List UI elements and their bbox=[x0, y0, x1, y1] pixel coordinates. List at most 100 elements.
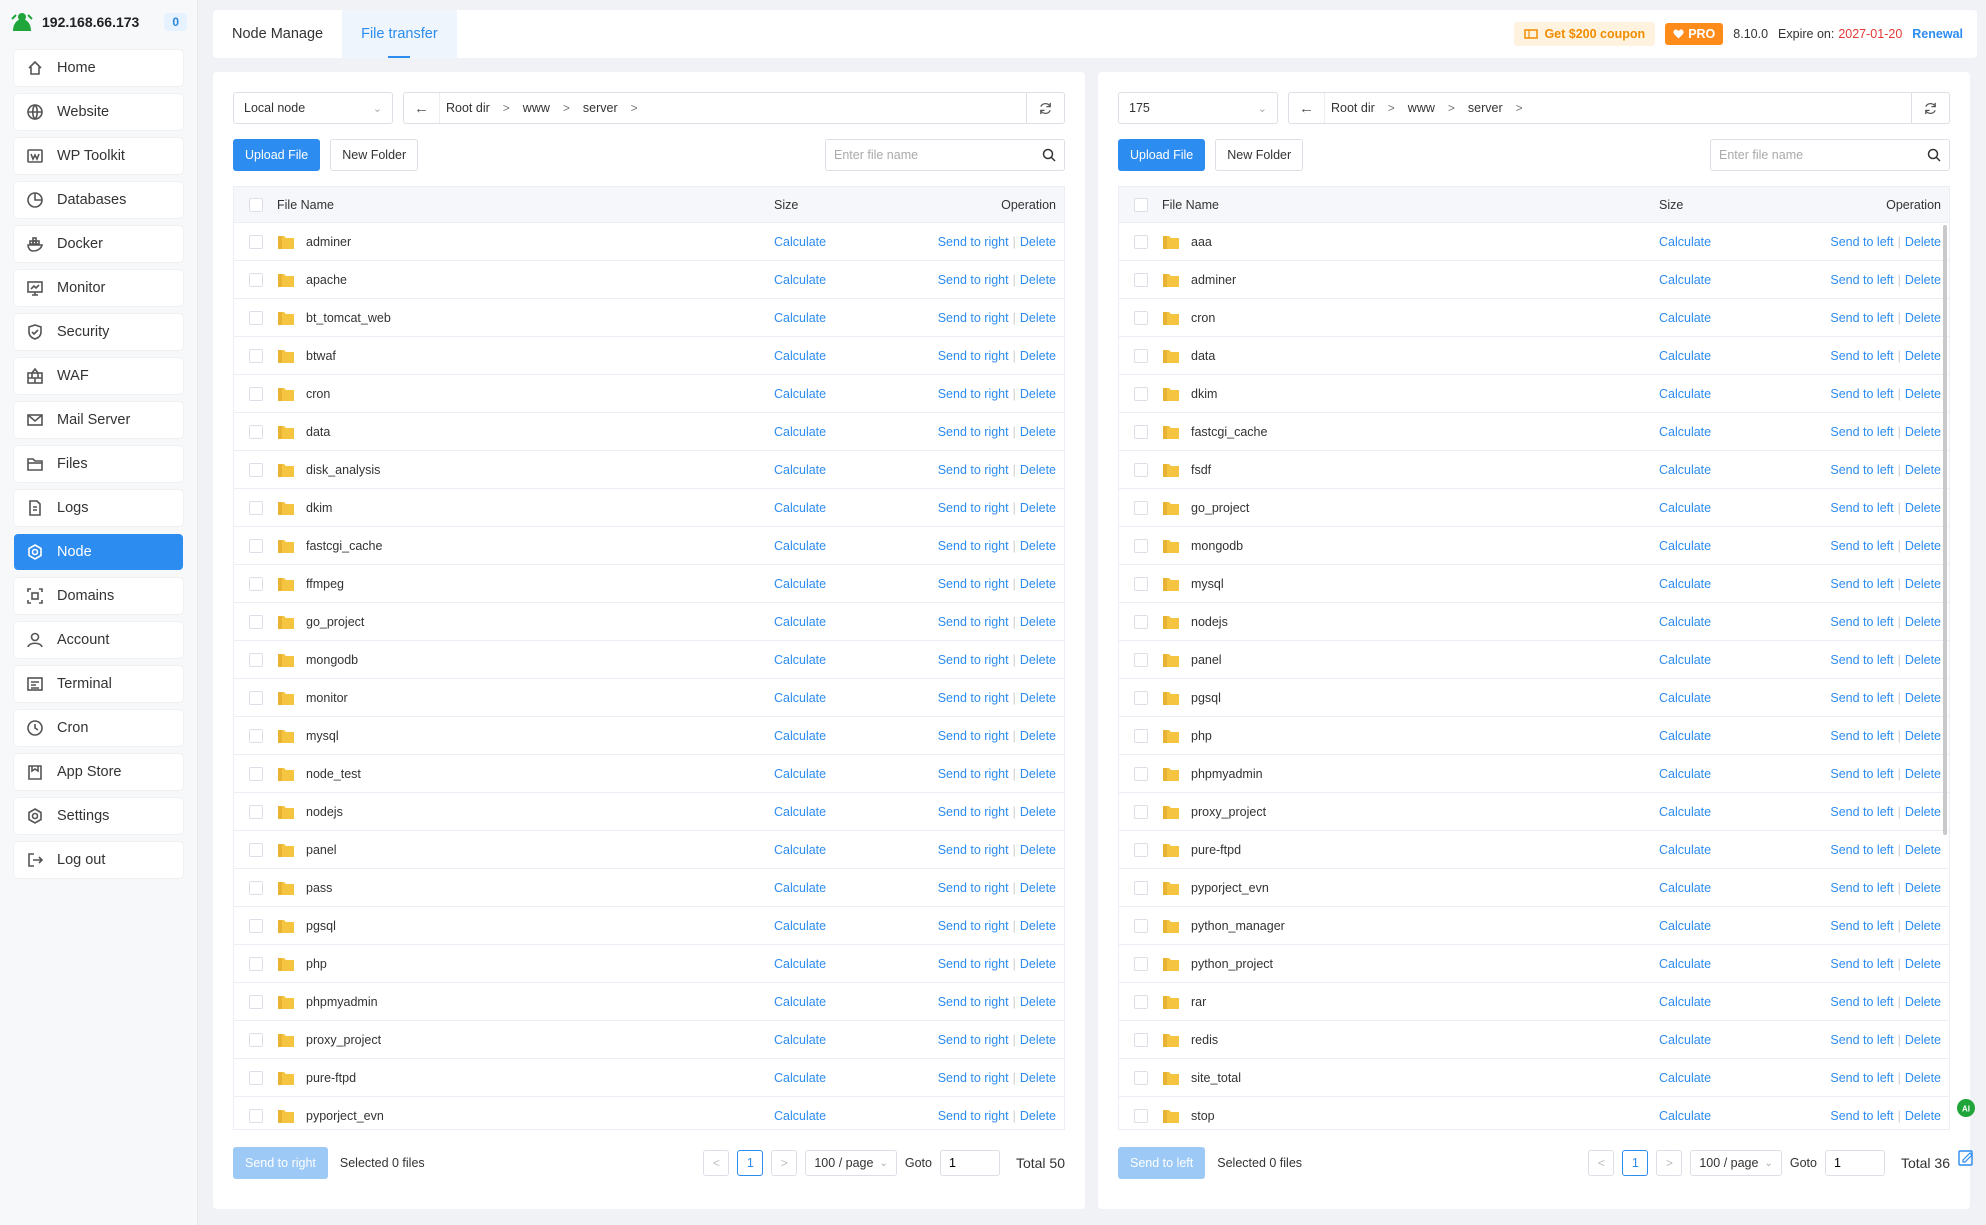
page-number[interactable]: 1 bbox=[1622, 1150, 1649, 1176]
delete-link[interactable]: Delete bbox=[1020, 615, 1056, 629]
table-row[interactable]: aaa Calculate Send to left | Delete bbox=[1119, 223, 1949, 261]
calculate-link[interactable]: Calculate bbox=[774, 463, 826, 477]
delete-link[interactable]: Delete bbox=[1020, 691, 1056, 705]
refresh-icon[interactable] bbox=[1911, 93, 1949, 123]
row-checkbox[interactable] bbox=[1134, 1032, 1148, 1047]
table-row[interactable]: pgsql Calculate Send to left | Delete bbox=[1119, 679, 1949, 717]
node-select[interactable]: Local node ⌄ bbox=[233, 92, 393, 124]
calculate-link[interactable]: Calculate bbox=[1659, 425, 1711, 439]
delete-link[interactable]: Delete bbox=[1020, 805, 1056, 819]
calculate-link[interactable]: Calculate bbox=[1659, 1033, 1711, 1047]
calculate-link[interactable]: Calculate bbox=[774, 729, 826, 743]
table-row[interactable]: pure-ftpd Calculate Send to right | Delete bbox=[234, 1059, 1064, 1097]
delete-link[interactable]: Delete bbox=[1905, 729, 1941, 743]
delete-link[interactable]: Delete bbox=[1020, 1033, 1056, 1047]
row-checkbox[interactable] bbox=[249, 690, 263, 705]
file-name[interactable]: fastcgi_cache bbox=[1191, 425, 1267, 439]
send-link[interactable]: Send to left bbox=[1830, 957, 1893, 971]
file-name[interactable]: nodejs bbox=[1191, 615, 1228, 629]
file-name[interactable]: site_total bbox=[1191, 1071, 1241, 1085]
row-checkbox[interactable] bbox=[249, 538, 263, 553]
prev-page-icon[interactable]: < bbox=[703, 1150, 730, 1176]
delete-link[interactable]: Delete bbox=[1020, 919, 1056, 933]
delete-link[interactable]: Delete bbox=[1905, 653, 1941, 667]
calculate-link[interactable]: Calculate bbox=[774, 349, 826, 363]
calculate-link[interactable]: Calculate bbox=[1659, 957, 1711, 971]
row-checkbox[interactable] bbox=[1134, 728, 1148, 743]
file-name[interactable]: pgsql bbox=[1191, 691, 1221, 705]
table-row[interactable]: apache Calculate Send to right | Delete bbox=[234, 261, 1064, 299]
calculate-link[interactable]: Calculate bbox=[774, 577, 826, 591]
select-all-checkbox[interactable] bbox=[1134, 197, 1148, 212]
send-link[interactable]: Send to left bbox=[1830, 539, 1893, 553]
sidebar-item-mail-server[interactable]: Mail Server bbox=[14, 402, 183, 438]
delete-link[interactable]: Delete bbox=[1020, 995, 1056, 1009]
calculate-link[interactable]: Calculate bbox=[774, 805, 826, 819]
sidebar-item-waf[interactable]: WAF bbox=[14, 358, 183, 394]
table-row[interactable]: rar Calculate Send to left | Delete bbox=[1119, 983, 1949, 1021]
send-to-right-button[interactable]: Send to right bbox=[233, 1147, 328, 1179]
calculate-link[interactable]: Calculate bbox=[774, 957, 826, 971]
table-row[interactable]: site_total Calculate Send to left | Delete bbox=[1119, 1059, 1949, 1097]
page-size-select[interactable]: 100 / page ⌄ bbox=[1690, 1150, 1782, 1176]
send-link[interactable]: Send to left bbox=[1830, 919, 1893, 933]
select-all-checkbox[interactable] bbox=[249, 197, 263, 212]
file-name[interactable]: go_project bbox=[306, 615, 364, 629]
vertical-scrollbar[interactable] bbox=[1943, 225, 1947, 835]
calculate-link[interactable]: Calculate bbox=[1659, 235, 1711, 249]
file-name[interactable]: mongodb bbox=[306, 653, 358, 667]
delete-link[interactable]: Delete bbox=[1905, 995, 1941, 1009]
calculate-link[interactable]: Calculate bbox=[774, 615, 826, 629]
delete-link[interactable]: Delete bbox=[1020, 235, 1056, 249]
file-name[interactable]: adminer bbox=[306, 235, 351, 249]
breadcrumb-item[interactable]: server bbox=[583, 101, 618, 115]
calculate-link[interactable]: Calculate bbox=[1659, 539, 1711, 553]
sidebar-item-cron[interactable]: Cron bbox=[14, 710, 183, 746]
breadcrumb-item[interactable]: www bbox=[1408, 101, 1435, 115]
file-name[interactable]: php bbox=[306, 957, 327, 971]
delete-link[interactable]: Delete bbox=[1905, 501, 1941, 515]
table-row[interactable]: cron Calculate Send to right | Delete bbox=[234, 375, 1064, 413]
sidebar-item-home[interactable]: Home bbox=[14, 50, 183, 86]
calculate-link[interactable]: Calculate bbox=[774, 387, 826, 401]
file-name[interactable]: bt_tomcat_web bbox=[306, 311, 391, 325]
table-row[interactable]: fastcgi_cache Calculate Send to right | Dele… bbox=[234, 527, 1064, 565]
file-name[interactable]: ffmpeg bbox=[306, 577, 344, 591]
table-row[interactable]: fsdf Calculate Send to left | Delete bbox=[1119, 451, 1949, 489]
row-checkbox[interactable] bbox=[1134, 234, 1148, 249]
goto-input[interactable] bbox=[939, 1150, 1000, 1176]
row-checkbox[interactable] bbox=[249, 842, 263, 857]
upload-file-button[interactable]: Upload File bbox=[233, 139, 321, 171]
send-link[interactable]: Send to right bbox=[938, 539, 1009, 553]
sidebar-item-wp-toolkit[interactable]: WP Toolkit bbox=[14, 138, 183, 174]
delete-link[interactable]: Delete bbox=[1020, 881, 1056, 895]
calculate-link[interactable]: Calculate bbox=[774, 767, 826, 781]
row-checkbox[interactable] bbox=[249, 994, 263, 1009]
file-name[interactable]: data bbox=[1191, 349, 1215, 363]
delete-link[interactable]: Delete bbox=[1020, 653, 1056, 667]
sidebar-item-log-out[interactable]: Log out bbox=[14, 842, 183, 878]
calculate-link[interactable]: Calculate bbox=[1659, 1109, 1711, 1123]
table-row[interactable]: pyporject_evn Calculate Send to left | Delet… bbox=[1119, 869, 1949, 907]
table-row[interactable]: php Calculate Send to left | Delete bbox=[1119, 717, 1949, 755]
file-name[interactable]: redis bbox=[1191, 1033, 1218, 1047]
calculate-link[interactable]: Calculate bbox=[1659, 881, 1711, 895]
send-link[interactable]: Send to right bbox=[938, 1109, 1009, 1123]
send-link[interactable]: Send to right bbox=[938, 615, 1009, 629]
file-name[interactable]: monitor bbox=[306, 691, 348, 705]
send-link[interactable]: Send to left bbox=[1830, 463, 1893, 477]
delete-link[interactable]: Delete bbox=[1020, 463, 1056, 477]
row-checkbox[interactable] bbox=[1134, 386, 1148, 401]
send-link[interactable]: Send to right bbox=[938, 843, 1009, 857]
row-checkbox[interactable] bbox=[249, 310, 263, 325]
delete-link[interactable]: Delete bbox=[1905, 539, 1941, 553]
upload-file-button[interactable]: Upload File bbox=[1118, 139, 1206, 171]
send-link[interactable]: Send to left bbox=[1830, 501, 1893, 515]
delete-link[interactable]: Delete bbox=[1020, 501, 1056, 515]
row-checkbox[interactable] bbox=[249, 576, 263, 591]
row-checkbox[interactable] bbox=[1134, 348, 1148, 363]
calculate-link[interactable]: Calculate bbox=[1659, 1071, 1711, 1085]
table-row[interactable]: node_test Calculate Send to right | Delete bbox=[234, 755, 1064, 793]
row-checkbox[interactable] bbox=[1134, 500, 1148, 515]
page-number[interactable]: 1 bbox=[737, 1150, 764, 1176]
